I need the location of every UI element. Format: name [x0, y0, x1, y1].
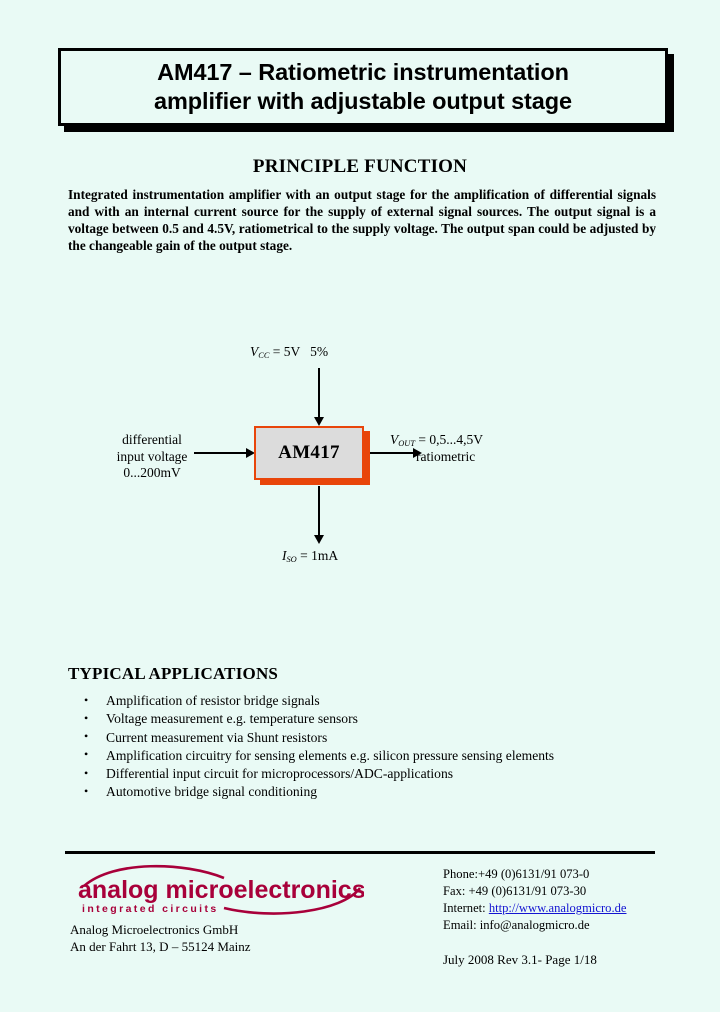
output-subscript: OUT [398, 438, 415, 448]
title-banner-box: AM417 – Ratiometric instrumentation ampl… [58, 48, 668, 126]
contact-email: Email: info@analogmicro.de [443, 918, 590, 933]
input-label-line1: differential [122, 432, 182, 447]
source-current-value: = 1mA [300, 548, 339, 563]
list-item: Voltage measurement e.g. temperature sen… [78, 710, 638, 728]
input-label-line2: input voltage [116, 448, 188, 464]
company-name: Analog Microelectronics GmbH [70, 922, 239, 937]
block-diagram: VCC = 5V 5% differential input voltage 0… [60, 330, 660, 600]
source-current-label: ISO = 1mA [282, 548, 338, 565]
list-item: Differential input circuit for microproc… [78, 765, 638, 783]
supply-value: = 5V [272, 344, 301, 359]
supply-tolerance: 5% [310, 344, 329, 359]
contact-fax: Fax: +49 (0)6131/91 073-30 [443, 884, 587, 899]
logo-wordmark: analog microelectronics [78, 876, 364, 904]
principle-function-body: Integrated instrumentation amplifier wit… [68, 187, 656, 254]
supply-symbol: V [250, 344, 259, 359]
title-banner: AM417 – Ratiometric instrumentation ampl… [58, 48, 674, 132]
company-address: Analog Microelectronics GmbH An der Fahr… [70, 921, 251, 956]
typical-applications-heading: TYPICAL APPLICATIONS [68, 664, 279, 683]
list-item: Current measurement via Shunt resistors [78, 728, 638, 747]
am417-block: AM417 [254, 426, 364, 480]
supply-voltage-label: VCC = 5V 5% [250, 344, 328, 361]
source-current-subscript: SO [286, 554, 297, 564]
input-arrow-line [194, 452, 250, 454]
am417-block-label: AM417 [278, 442, 340, 463]
page-title: AM417 – Ratiometric instrumentation ampl… [154, 58, 572, 115]
contact-internet: Internet: http://www.analogmicro.de [443, 900, 627, 917]
page-title-line2: amplifier with adjustable output stage [154, 88, 572, 114]
website-link[interactable]: http://www.analogmicro.de [489, 901, 627, 915]
list-item: Amplification of resistor bridge signals [78, 691, 638, 710]
footer-divider [65, 851, 655, 854]
input-voltage-label: differential input voltage 0...200mV [92, 432, 212, 482]
typical-applications-list: Amplification of resistor bridge signals… [78, 691, 638, 802]
company-logo: analog microelectronics integrated circu… [74, 864, 364, 916]
supply-arrow-line [318, 368, 320, 418]
principle-function-heading: PRINCIPLE FUNCTION [252, 156, 468, 177]
supply-subscript: CC [258, 350, 270, 360]
output-voltage-label: VOUT = 0,5...4,5V ratiometric [390, 432, 483, 466]
output-arrow-line [364, 452, 420, 454]
list-item: Automotive bridge signal conditioning [78, 783, 638, 801]
source-current-arrow-line [318, 486, 320, 536]
supply-arrow-head-icon [314, 417, 324, 426]
page-title-line1: AM417 – Ratiometric instrumentation [157, 59, 569, 86]
revision-footer: July 2008 Rev 3.1- Page 1/18 [443, 952, 597, 967]
source-current-arrow-head-icon [314, 535, 324, 544]
output-arrow-head-icon [413, 448, 422, 458]
input-label-line3: 0...200mV [123, 465, 181, 481]
company-street: An der Fahrt 13, D – 55124 Mainz [70, 939, 251, 955]
contact-internet-label: Internet: [443, 901, 489, 916]
contact-phone: Phone:+49 (0)6131/91 073-0 [443, 867, 590, 881]
output-symbol: V [390, 432, 399, 447]
logo-tagline: integrated circuits [82, 903, 219, 915]
contact-block: Phone:+49 (0)6131/91 073-0 Fax: +49 (0)6… [443, 866, 627, 935]
output-value: = 0,5...4,5V [418, 432, 483, 447]
logo-graphic: analog microelectronics integrated circu… [78, 864, 364, 915]
list-item: Amplification circuitry for sensing elem… [78, 746, 638, 765]
